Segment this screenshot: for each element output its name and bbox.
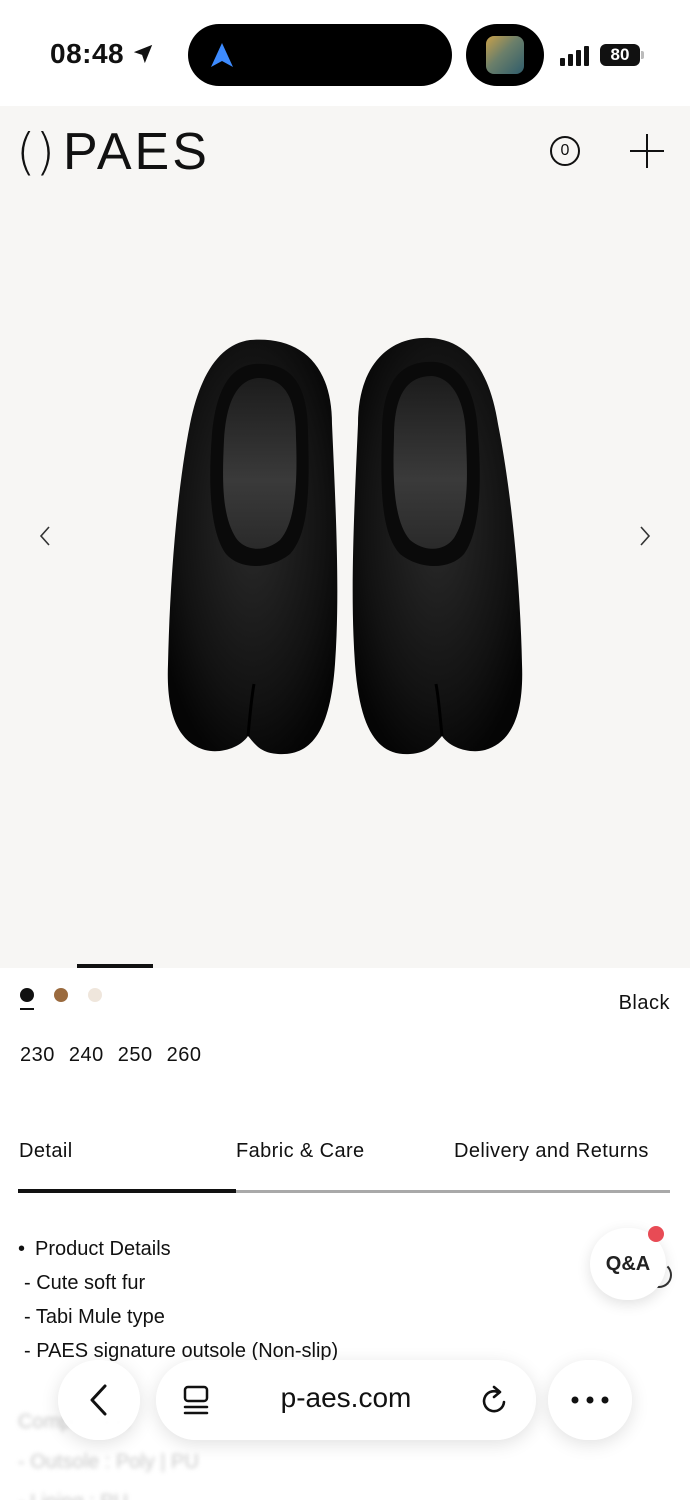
battery-level: 80: [610, 45, 630, 64]
now-playing-island[interactable]: [466, 24, 544, 86]
product-gallery[interactable]: () PAES 0: [0, 106, 690, 968]
size-option[interactable]: 260: [167, 1044, 202, 1067]
notification-dot: [648, 1226, 664, 1242]
composition-item: - Outsole : Poly | PU: [18, 1451, 199, 1473]
clock: 08:48: [50, 38, 154, 70]
color-swatches: [20, 988, 102, 1010]
next-image-icon[interactable]: [634, 524, 654, 548]
tab-detail[interactable]: Detail: [19, 1140, 73, 1163]
swatch-dot: [20, 988, 34, 1002]
qa-label: Q&A: [605, 1252, 651, 1275]
tab-delivery-returns[interactable]: Delivery and Returns: [454, 1140, 649, 1163]
slide-indicator: [77, 964, 153, 968]
album-art: [486, 36, 524, 74]
status-bar: 08:48 80: [0, 0, 690, 106]
size-option[interactable]: 250: [118, 1044, 153, 1067]
swatch-dot: [88, 988, 102, 1002]
url-text: p-aes.com: [280, 1382, 412, 1413]
cart-button[interactable]: 0: [550, 136, 580, 166]
navigation-arrow-icon: [211, 43, 233, 67]
swatch-dot: [54, 988, 68, 1002]
details-heading: Product Details: [35, 1238, 171, 1260]
tab-fabric-care[interactable]: Fabric & Care: [236, 1140, 365, 1163]
tab-active-indicator: [18, 1189, 236, 1193]
dynamic-island[interactable]: [188, 24, 452, 86]
details-heading-row: • Product Details: [18, 1232, 338, 1266]
size-option[interactable]: 230: [20, 1044, 55, 1067]
previous-image-icon[interactable]: [36, 524, 56, 548]
battery-cap: [641, 51, 644, 59]
ellipsis-icon: [571, 1396, 609, 1404]
selected-color-label: Black: [618, 992, 670, 1014]
reload-icon[interactable]: [480, 1384, 510, 1416]
logo-mark: (): [16, 123, 56, 181]
swatch-black[interactable]: [20, 988, 34, 1010]
size-option[interactable]: 240: [69, 1044, 104, 1067]
composition-item: - Lining : PU: [18, 1482, 199, 1500]
cellular-signal-icon: [560, 44, 589, 66]
location-arrow-icon: [133, 44, 153, 64]
product-details: • Product Details - Cute soft fur - Tabi…: [18, 1232, 338, 1368]
size-options: 230 240 250 260: [20, 1044, 202, 1067]
chevron-left-icon: [90, 1384, 107, 1416]
swatch-cream[interactable]: [88, 988, 102, 1002]
menu-plus-icon[interactable]: [628, 132, 666, 170]
product-image-fur-tabi-mules: [167, 337, 523, 755]
clock-time: 08:48: [50, 38, 125, 69]
back-button[interactable]: [58, 1360, 140, 1440]
logo-text: PAES: [63, 123, 210, 181]
bullet: •: [18, 1238, 26, 1260]
detail-item: - Cute soft fur: [24, 1272, 146, 1294]
product-info-tabs: Detail Fabric & Care Delivery and Return…: [18, 1140, 670, 1194]
battery-indicator: 80: [600, 44, 640, 66]
swatch-brown[interactable]: [54, 988, 68, 1002]
swatch-selected-underline: [20, 1008, 34, 1010]
address-bar[interactable]: p-aes.com: [156, 1360, 536, 1440]
more-options-button[interactable]: [548, 1360, 632, 1440]
cart-count: 0: [560, 142, 570, 159]
detail-item: - Tabi Mule type: [24, 1306, 165, 1328]
brand-logo[interactable]: () PAES: [16, 122, 210, 182]
